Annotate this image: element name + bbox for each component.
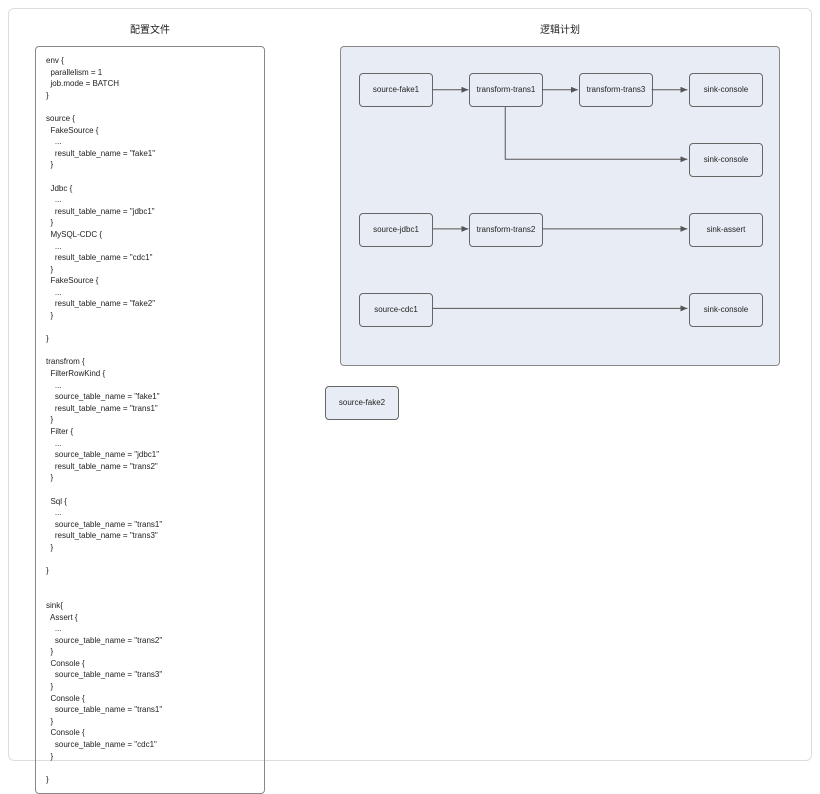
plan-title: 逻辑计划 (540, 21, 580, 36)
node-sink-console-3: sink-console (689, 293, 763, 327)
node-source-cdc1: source-cdc1 (359, 293, 433, 327)
node-source-fake2: source-fake2 (325, 386, 399, 420)
node-sink-console-1: sink-console (689, 73, 763, 107)
config-title: 配置文件 (130, 21, 170, 36)
node-transform-trans3: transform-trans3 (579, 73, 653, 107)
node-transform-trans1: transform-trans1 (469, 73, 543, 107)
node-sink-assert: sink-assert (689, 213, 763, 247)
diagram-root: 配置文件 env { parallelism = 1 job.mode = BA… (8, 8, 812, 761)
config-file-box: env { parallelism = 1 job.mode = BATCH }… (35, 46, 265, 794)
node-transform-trans2: transform-trans2 (469, 213, 543, 247)
node-source-fake1: source-fake1 (359, 73, 433, 107)
right-column: 逻辑计划 source-fake1 transform-trans1 trans… (325, 21, 795, 748)
node-source-jdbc1: source-jdbc1 (359, 213, 433, 247)
logical-plan-box: source-fake1 transform-trans1 transform-… (340, 46, 780, 366)
left-column: 配置文件 env { parallelism = 1 job.mode = BA… (25, 21, 275, 748)
node-sink-console-2: sink-console (689, 143, 763, 177)
